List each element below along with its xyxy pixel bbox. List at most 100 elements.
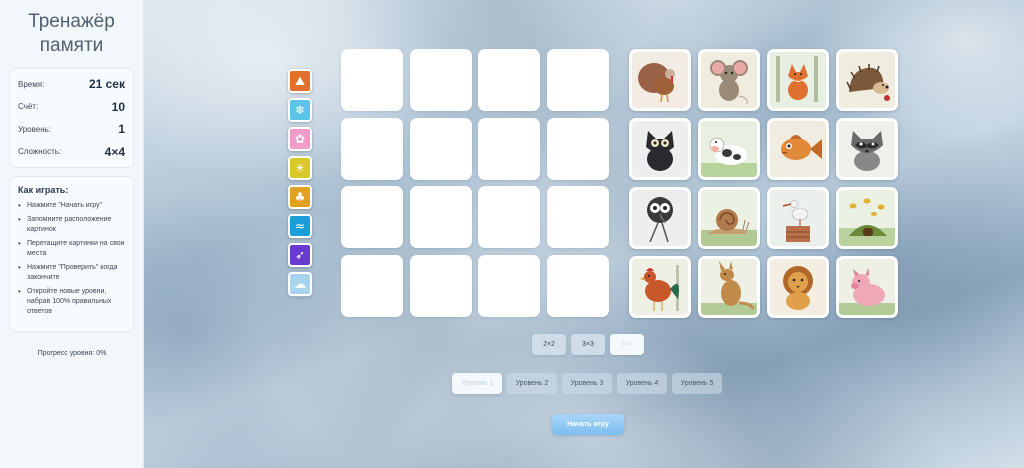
picture-card-snail[interactable] bbox=[698, 187, 760, 249]
drop-slot[interactable] bbox=[546, 117, 609, 180]
stat-value: 10 bbox=[111, 99, 125, 114]
theme-swatch-wave[interactable]: ≈ bbox=[288, 214, 312, 238]
how-to-play-title: Как играть: bbox=[18, 185, 69, 195]
stat-label: Счёт: bbox=[18, 102, 39, 112]
mouse-icon bbox=[701, 52, 757, 108]
mountain-icon: ⛰ bbox=[294, 73, 306, 88]
drop-slot[interactable] bbox=[478, 186, 540, 248]
rooster-icon bbox=[632, 259, 688, 315]
picture-card-cat[interactable] bbox=[629, 118, 691, 180]
level-button[interactable]: Уровень 1 bbox=[452, 373, 502, 394]
stat-level: Уровень: 1 bbox=[18, 118, 125, 141]
level-button[interactable]: Уровень 2 bbox=[507, 373, 557, 394]
how-to-play-list: Нажмите "Начать игру" Запомните располож… bbox=[18, 201, 125, 317]
wave-icon: ≈ bbox=[294, 219, 306, 233]
theme-swatch-flower[interactable]: ✿ bbox=[288, 127, 312, 151]
grid-size-button[interactable]: 2×2 bbox=[532, 334, 566, 355]
stork-icon bbox=[770, 190, 826, 246]
drop-slot[interactable] bbox=[341, 49, 403, 111]
drop-slot[interactable] bbox=[409, 117, 472, 180]
target-grid bbox=[341, 49, 609, 317]
drop-slot[interactable] bbox=[478, 49, 540, 111]
picture-card-pig[interactable] bbox=[836, 256, 898, 318]
grid-size-selector: 2×2 3×3 4×4 bbox=[532, 334, 644, 355]
drop-slot[interactable] bbox=[341, 117, 403, 180]
list-item: Запомните расположение картинок bbox=[18, 215, 125, 235]
hedgehog-icon bbox=[839, 52, 895, 108]
drop-slot[interactable] bbox=[409, 186, 472, 248]
theme-palette: ⛰ ❄ ✿ ☀ ♣ ≈ ➶ ☁ bbox=[288, 69, 312, 301]
stat-value: 1 bbox=[118, 122, 125, 137]
picture-grid bbox=[629, 49, 898, 318]
stats-panel: Время: 21 сек Счёт: 10 Уровень: 1 Сложно… bbox=[9, 68, 134, 168]
picture-card-mouse[interactable] bbox=[698, 49, 760, 111]
theme-swatch-palm[interactable]: ♣ bbox=[288, 185, 312, 209]
drop-slot[interactable] bbox=[478, 254, 540, 317]
theme-swatch-sun[interactable]: ☀ bbox=[288, 156, 312, 180]
picture-card-bees[interactable] bbox=[836, 187, 898, 249]
level-button[interactable]: Уровень 5 bbox=[672, 373, 722, 394]
drop-slot[interactable] bbox=[546, 254, 609, 317]
stat-label: Уровень: bbox=[18, 124, 52, 134]
drop-slot[interactable] bbox=[478, 117, 540, 180]
stat-label: Время: bbox=[18, 79, 45, 89]
picture-card-kangaroo[interactable] bbox=[698, 256, 760, 318]
picture-card-fish[interactable] bbox=[767, 118, 829, 180]
list-item: Откройте новые уровни, набрав 100% прави… bbox=[18, 287, 125, 317]
picture-card-lion[interactable] bbox=[767, 256, 829, 318]
lion-icon bbox=[770, 259, 826, 315]
list-item: Нажмите "Проверить" когда закончите bbox=[18, 263, 125, 283]
level-button[interactable]: Уровень 4 bbox=[617, 373, 667, 394]
picture-card-bird[interactable] bbox=[629, 187, 691, 249]
theme-swatch-mountain[interactable]: ⛰ bbox=[288, 69, 312, 93]
picture-card-hedgehog[interactable] bbox=[836, 49, 898, 111]
flower-icon: ✿ bbox=[294, 132, 306, 146]
sun-icon: ☀ bbox=[294, 161, 306, 175]
turkey-icon bbox=[632, 52, 688, 108]
picture-card-cow[interactable] bbox=[698, 118, 760, 180]
cow-icon bbox=[701, 121, 757, 177]
picture-card-fox[interactable] bbox=[767, 49, 829, 111]
stat-score: Счёт: 10 bbox=[18, 96, 125, 119]
picture-card-rooster[interactable] bbox=[629, 256, 691, 318]
stat-label: Сложность: bbox=[18, 147, 62, 157]
drop-slot[interactable] bbox=[341, 186, 403, 248]
stat-value: 21 сек bbox=[88, 77, 125, 92]
stat-difficulty: Сложность: 4×4 bbox=[18, 141, 125, 164]
list-item: Перетащите картинки на свои места bbox=[18, 239, 125, 259]
cloud-icon: ☁ bbox=[294, 277, 306, 291]
drop-slot[interactable] bbox=[341, 254, 403, 317]
start-game-button[interactable]: Начать игру bbox=[552, 414, 624, 435]
fox-icon bbox=[770, 52, 826, 108]
grid-size-button[interactable]: 3×3 bbox=[571, 334, 605, 355]
pig-icon bbox=[839, 259, 895, 315]
palm-icon: ♣ bbox=[294, 190, 306, 204]
sidebar: Тренажёр памяти Время: 21 сек Счёт: 10 У… bbox=[0, 0, 144, 468]
level-selector: Уровень 1 Уровень 2 Уровень 3 Уровень 4 Уров… bbox=[452, 373, 722, 394]
picture-card-stork[interactable] bbox=[767, 187, 829, 249]
theme-swatch-cloud[interactable]: ☁ bbox=[288, 272, 312, 296]
kangaroo-icon bbox=[701, 259, 757, 315]
theme-swatch-snowflake[interactable]: ❄ bbox=[288, 98, 312, 122]
theme-swatch-rocket[interactable]: ➶ bbox=[288, 243, 312, 267]
level-button[interactable]: Уровень 3 bbox=[562, 373, 612, 394]
fish-icon bbox=[770, 121, 826, 177]
rocket-icon: ➶ bbox=[294, 248, 306, 262]
drop-slot[interactable] bbox=[546, 186, 609, 248]
level-progress-text: Прогресс уровня: 0% bbox=[37, 350, 107, 357]
cat-icon bbox=[632, 121, 688, 177]
app-title: Тренажёр памяти bbox=[28, 11, 115, 56]
bees-icon bbox=[839, 190, 895, 246]
stat-value: 4×4 bbox=[104, 144, 125, 159]
drop-slot[interactable] bbox=[409, 254, 472, 317]
picture-card-turkey[interactable] bbox=[629, 49, 691, 111]
bird-icon bbox=[632, 190, 688, 246]
stat-time: Время: 21 сек bbox=[18, 73, 125, 96]
drop-slot[interactable] bbox=[409, 49, 472, 111]
snail-icon bbox=[701, 190, 757, 246]
picture-card-raccoon[interactable] bbox=[836, 118, 898, 180]
list-item: Нажмите "Начать игру" bbox=[18, 201, 125, 211]
snowflake-icon: ❄ bbox=[294, 103, 306, 117]
drop-slot[interactable] bbox=[546, 49, 609, 111]
grid-size-button[interactable]: 4×4 bbox=[610, 334, 644, 355]
